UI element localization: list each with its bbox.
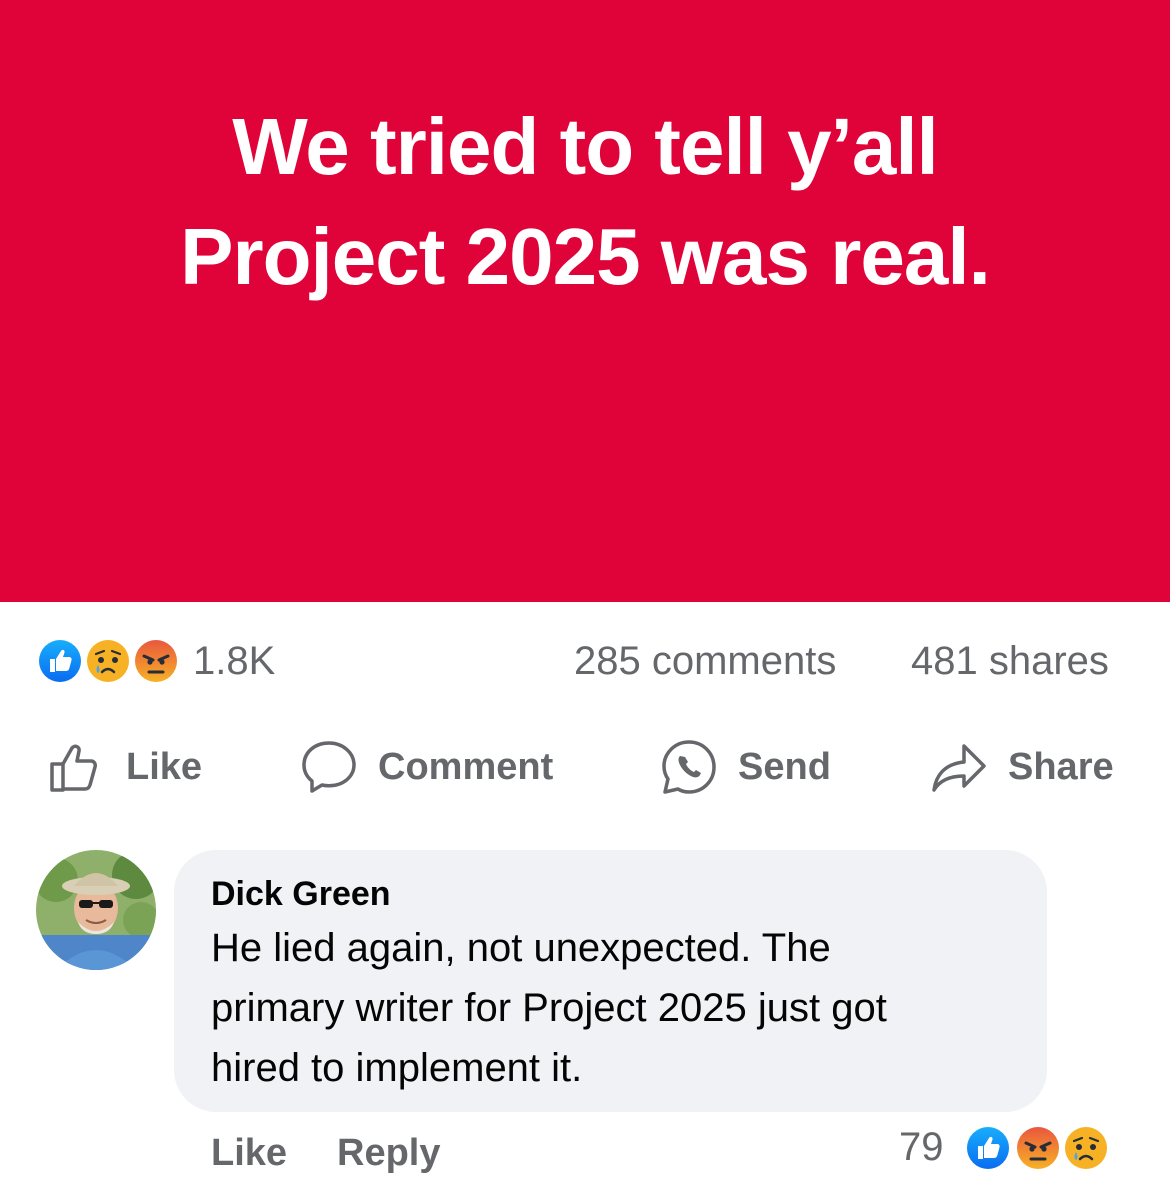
like-label: Like <box>126 745 203 788</box>
avatar[interactable] <box>36 850 156 970</box>
comment-bubble-icon <box>302 741 356 793</box>
comment-reply-button[interactable]: Reply <box>337 1128 440 1178</box>
send-label: Send <box>738 745 831 788</box>
angry-icon <box>1014 1124 1062 1172</box>
banner-text: We tried to tell y’all Project 2025 was … <box>0 92 1170 312</box>
thumbs-up-icon <box>50 744 97 792</box>
comments-count-link[interactable]: 285 comments <box>574 636 836 686</box>
comment-button[interactable]: Comment <box>300 735 553 799</box>
banner-line-2: Project 2025 was real. <box>180 212 991 301</box>
comment-line: He lied again, not unexpected. The <box>211 926 831 970</box>
comment-author[interactable]: Dick Green <box>211 872 391 916</box>
comment-line: hired to implement it. <box>211 1046 583 1090</box>
like-button[interactable]: Like <box>48 735 202 799</box>
comment-label: Comment <box>378 745 554 788</box>
like-icon <box>964 1124 1012 1172</box>
comment-reaction-count[interactable]: 79 <box>899 1122 944 1172</box>
comment-line: primary writer for Project 2025 just got <box>211 986 887 1030</box>
reaction-count[interactable]: 1.8K <box>193 636 275 686</box>
comment-text: He lied again, not unexpected. The prima… <box>211 918 1031 1098</box>
send-button[interactable]: Send <box>660 735 831 799</box>
shares-count-link[interactable]: 481 shares <box>911 636 1109 686</box>
comment-like-button[interactable]: Like <box>211 1128 287 1178</box>
share-label: Share <box>1008 745 1114 788</box>
whatsapp-icon <box>662 740 716 794</box>
like-icon <box>36 637 84 685</box>
sad-icon <box>1062 1124 1110 1172</box>
post-image-banner[interactable]: We tried to tell y’all Project 2025 was … <box>0 0 1170 602</box>
banner-line-1: We tried to tell y’all <box>232 102 939 191</box>
sad-icon <box>84 637 132 685</box>
angry-icon <box>132 637 180 685</box>
share-arrow-icon <box>932 744 986 792</box>
share-button[interactable]: Share <box>930 735 1114 799</box>
